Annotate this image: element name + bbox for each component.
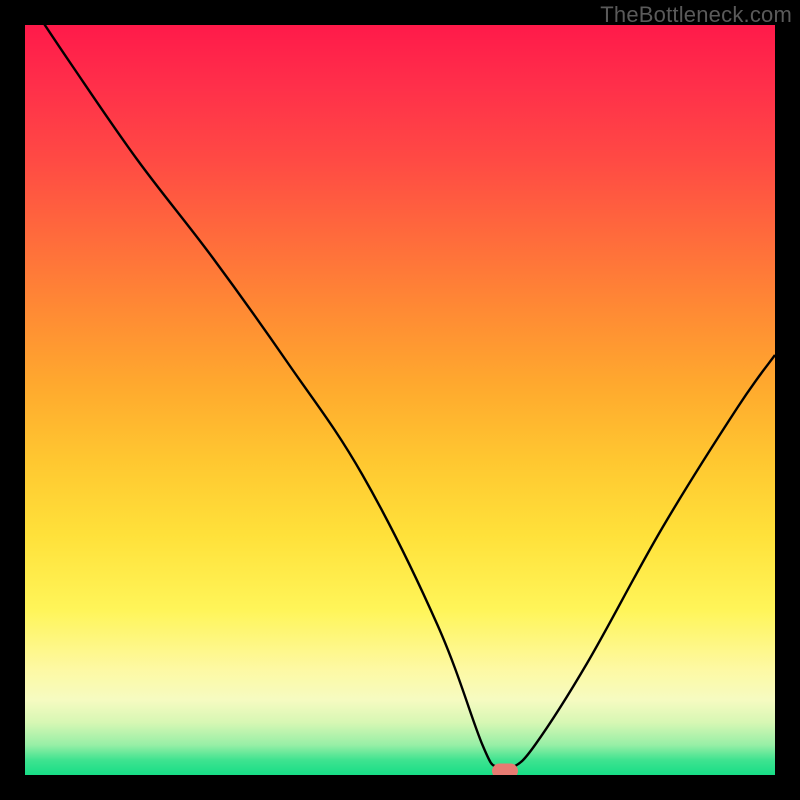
bottleneck-curve-path (25, 25, 775, 771)
plot-area (25, 25, 775, 775)
bottleneck-curve (25, 25, 775, 775)
optimum-marker (492, 763, 518, 775)
chart-frame: TheBottleneck.com (0, 0, 800, 800)
